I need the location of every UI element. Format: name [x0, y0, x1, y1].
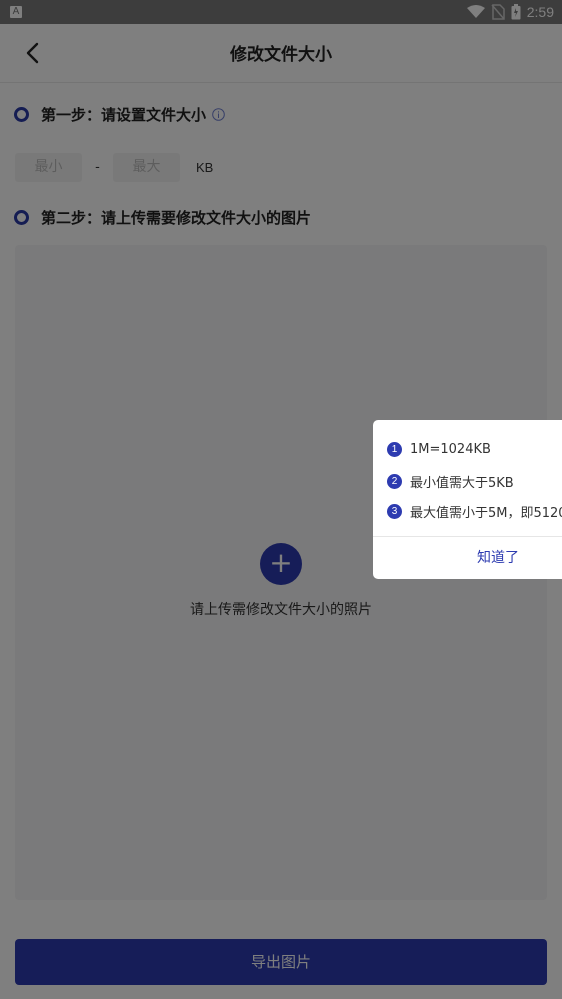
tip-item: 3 最大值需小于5M，即5120: [387, 502, 562, 521]
got-it-button[interactable]: 知道了: [373, 537, 562, 579]
tip-text: 最小值需大于5KB: [410, 476, 514, 491]
tip-text: 最大值需小于5M，即5120: [410, 506, 562, 521]
tip-number-badge: 3: [387, 504, 402, 519]
tip-item: 1 1M=1024KB: [387, 442, 491, 457]
size-tips-popup: 1 1M=1024KB 2 最小值需大于5KB 3 最大值需小于5M，即5120…: [373, 420, 562, 579]
tip-number-badge: 1: [387, 442, 402, 457]
tip-text: 1M=1024KB: [410, 442, 491, 457]
tip-number-badge: 2: [387, 474, 402, 489]
tip-item: 2 最小值需大于5KB: [387, 472, 514, 491]
